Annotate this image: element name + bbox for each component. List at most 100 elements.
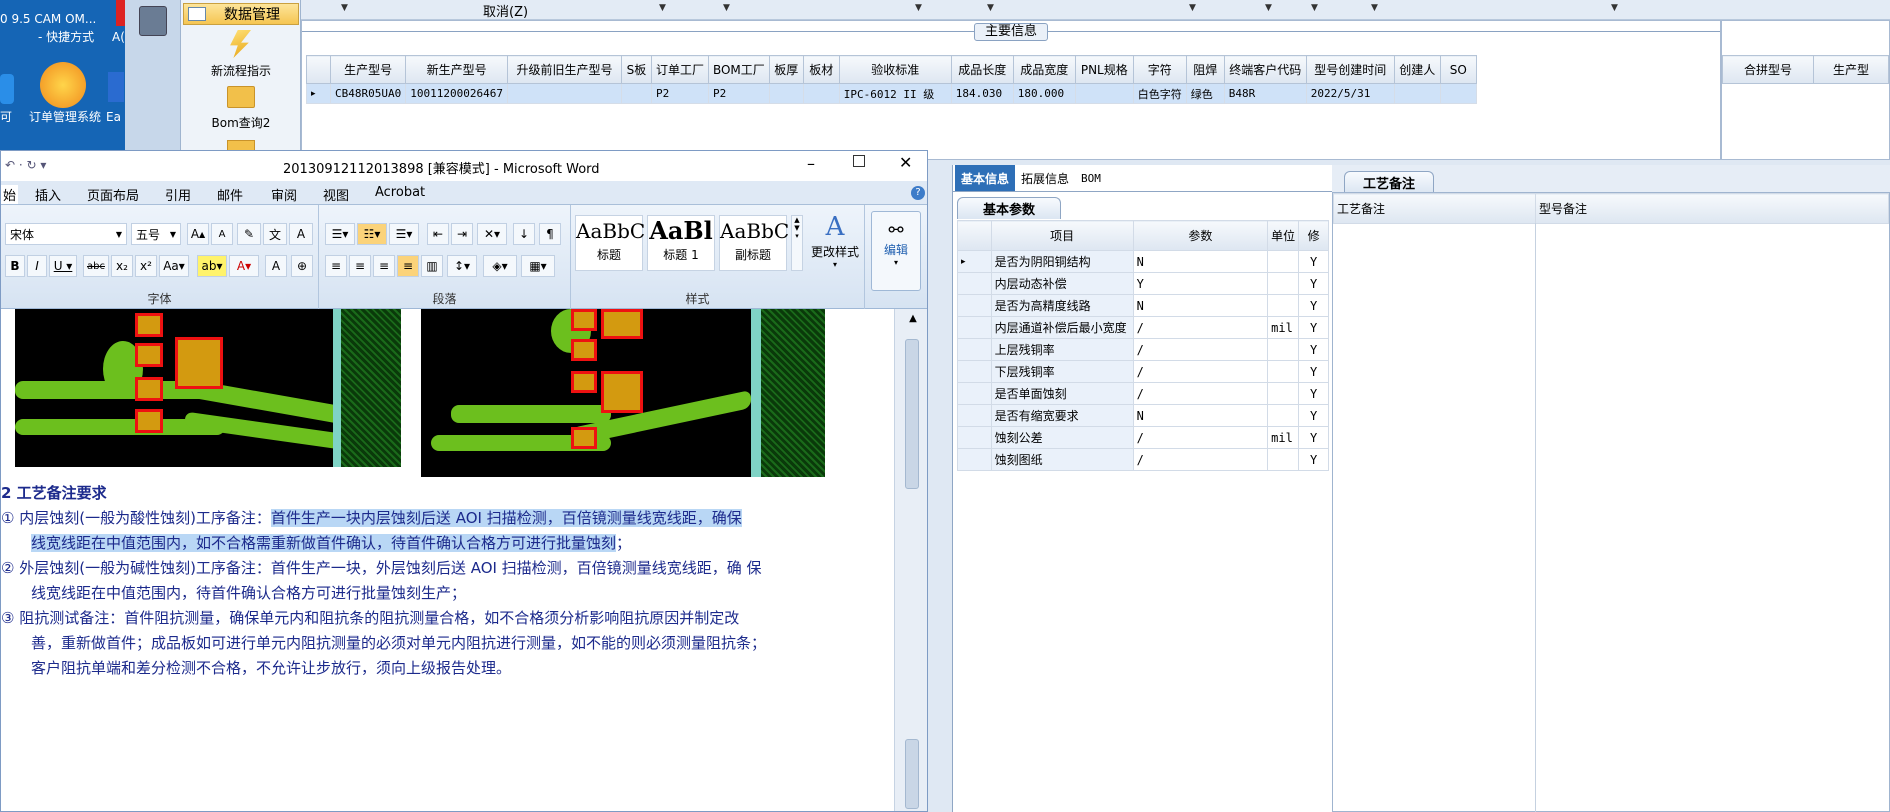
column-header[interactable]: 终端客户代码 — [1223, 55, 1307, 84]
param-unit[interactable] — [1267, 360, 1300, 383]
shading-icon[interactable]: ◈▾ — [483, 255, 517, 277]
column-header[interactable]: 新生产型号 — [405, 55, 508, 84]
dropdown-arrow-icon[interactable]: ▼ — [1311, 3, 1318, 13]
param-modify[interactable]: Y — [1298, 294, 1329, 317]
order-system-icon[interactable] — [40, 62, 86, 108]
subscript-button[interactable]: x₂ — [111, 255, 133, 277]
table-row[interactable]: ▸ CB48R05UA0 10011200026467 P2 P2 IPC-6012 II… — [306, 83, 1477, 104]
param-unit[interactable] — [1267, 404, 1300, 427]
column-header[interactable]: BOM工厂 — [707, 55, 770, 84]
param-modify[interactable]: Y — [1298, 272, 1329, 295]
decrease-indent-icon[interactable]: ⇤ — [427, 223, 449, 245]
justify-icon[interactable]: ≡ — [397, 255, 419, 277]
params-row[interactable]: 内层动态补偿 Y Y — [957, 272, 1329, 295]
column-header[interactable]: 字符 — [1132, 55, 1187, 84]
param-value[interactable]: / — [1132, 426, 1269, 449]
param-value[interactable]: / — [1132, 360, 1269, 383]
align-right-icon[interactable]: ≡ — [373, 255, 395, 277]
folder-icon[interactable] — [227, 86, 255, 108]
style-heading1[interactable]: AaBl 标题 1 — [647, 215, 715, 271]
params-row[interactable]: 下层残铜率 / Y — [957, 360, 1329, 383]
borders-icon[interactable]: ▦▾ — [521, 255, 555, 277]
param-unit[interactable]: mil — [1267, 426, 1300, 449]
column-header[interactable]: 订单工厂 — [650, 55, 709, 84]
line-spacing-icon[interactable]: ↕▾ — [447, 255, 477, 277]
table-cell[interactable] — [1393, 83, 1441, 104]
dropdown-arrow-icon[interactable]: ▼ — [915, 3, 922, 13]
table-cell[interactable] — [620, 83, 652, 104]
nav-item-new-flow[interactable]: 新流程指示 — [181, 62, 301, 79]
param-modify[interactable]: Y — [1298, 316, 1329, 339]
param-unit[interactable] — [1267, 448, 1300, 471]
scroll-up-arrow-icon[interactable]: ▲ — [905, 313, 921, 329]
column-header[interactable]: 板厚 — [768, 55, 804, 84]
column-header[interactable]: 阻焊 — [1185, 55, 1225, 84]
desktop-icon-ea[interactable] — [108, 72, 124, 102]
scrollbar-thumb[interactable] — [905, 339, 919, 489]
minimize-button[interactable]: – — [807, 154, 815, 173]
tab-basic-params[interactable]: 基本参数 — [957, 197, 1061, 219]
numbering-icon[interactable]: ☷▾ — [357, 223, 387, 245]
tab-bom[interactable]: BOM — [1075, 165, 1107, 191]
params-row[interactable]: 蚀刻公差 / mil Y — [957, 426, 1329, 449]
params-row[interactable]: 蚀刻图纸 / Y — [957, 448, 1329, 471]
column-header[interactable]: 成品长度 — [950, 55, 1014, 84]
column-header[interactable]: PNL规格 — [1074, 55, 1134, 84]
font-color-button[interactable]: A▾ — [229, 255, 259, 277]
table-cell[interactable]: 10011200026467 — [405, 83, 508, 104]
maximize-button[interactable] — [853, 155, 865, 167]
param-unit[interactable]: mil — [1267, 316, 1300, 339]
param-unit[interactable] — [1267, 382, 1300, 405]
font-name-select[interactable]: 宋体 ▼ — [5, 223, 127, 245]
char-border-icon[interactable]: A — [289, 223, 313, 245]
params-row[interactable]: 上层残铜率 / Y — [957, 338, 1329, 361]
col-model-notes[interactable]: 型号备注 — [1535, 193, 1889, 224]
clear-format-icon[interactable]: ✎ — [237, 223, 261, 245]
column-header[interactable]: 型号创建时间 — [1305, 55, 1395, 84]
params-row[interactable]: 是否为高精度线路 N Y — [957, 294, 1329, 317]
edit-button[interactable]: ⚯ 编辑 ▾ — [871, 211, 921, 291]
param-value[interactable]: N — [1132, 294, 1269, 317]
table-cell[interactable] — [768, 83, 804, 104]
dropdown-arrow-icon[interactable]: ▼ — [1189, 3, 1196, 13]
production-model-column[interactable]: 生产型 — [1812, 55, 1890, 84]
nav-item-bom-query[interactable]: Bom查询2 — [181, 114, 301, 131]
dropdown-arrow-icon[interactable]: ▼ — [341, 3, 348, 13]
font-size-select[interactable]: 五号 ▼ — [131, 223, 181, 245]
help-icon[interactable]: ? — [911, 186, 925, 200]
highlight-button[interactable]: ab▾ — [197, 255, 227, 277]
param-value[interactable]: / — [1132, 338, 1269, 361]
table-cell[interactable]: 184.030 — [950, 83, 1014, 104]
styles-scroll[interactable]: ▲ ▼ ▾ — [791, 215, 803, 271]
tab-insert[interactable]: 插入 — [35, 185, 61, 204]
table-cell[interactable]: P2 — [707, 83, 770, 104]
tab-page-layout[interactable]: 页面布局 — [87, 185, 139, 204]
param-modify[interactable]: Y — [1298, 360, 1329, 383]
superscript-button[interactable]: x² — [135, 255, 157, 277]
params-row[interactable]: 内层通道补偿后最小宽度 / mil Y — [957, 316, 1329, 339]
multilevel-list-icon[interactable]: ☰▾ — [389, 223, 419, 245]
table-cell[interactable]: P2 — [650, 83, 709, 104]
merge-model-column[interactable]: 合拼型号 — [1722, 55, 1814, 84]
column-header[interactable]: 生产型号 — [329, 55, 407, 84]
param-value[interactable]: / — [1132, 382, 1269, 405]
nav-header-data-management[interactable]: 数据管理 — [183, 3, 299, 25]
distributed-icon[interactable]: ▥ — [421, 255, 443, 277]
shrink-font-button[interactable]: A — [211, 223, 233, 245]
params-row[interactable]: ▸ 是否为阴阳铜结构 N Y — [957, 250, 1329, 273]
column-header[interactable]: 板材 — [802, 55, 840, 84]
tab-basic-info[interactable]: 基本信息 — [955, 165, 1016, 191]
close-button[interactable]: ✕ — [899, 153, 912, 172]
underline-button[interactable]: U ▾ — [49, 255, 77, 277]
param-value[interactable]: N — [1132, 404, 1269, 427]
param-modify[interactable]: Y — [1298, 448, 1329, 471]
param-unit[interactable] — [1267, 338, 1300, 361]
change-case-button[interactable]: Aa▾ — [159, 255, 189, 277]
table-cell[interactable]: 2022/5/31 — [1305, 83, 1395, 104]
show-marks-icon[interactable]: ¶ — [539, 223, 561, 245]
dropdown-arrow-icon[interactable]: ▼ — [659, 3, 666, 13]
col-param[interactable]: 参数 — [1132, 220, 1269, 251]
vertical-scrollbar[interactable]: ▲ — [894, 309, 927, 811]
bold-button[interactable]: B — [5, 255, 25, 277]
table-cell[interactable]: IPC-6012 II 级 — [838, 83, 952, 104]
